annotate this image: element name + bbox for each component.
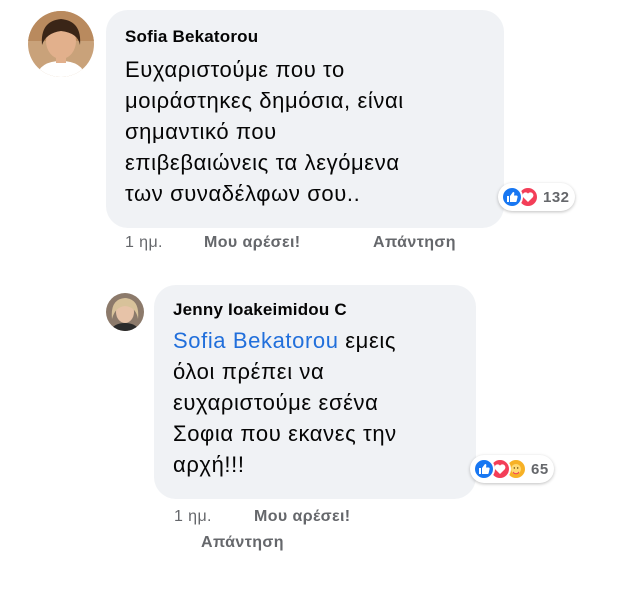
reply-bubble: Jenny Ioakeimidou C Sofia Bekatorou εμει… xyxy=(154,285,476,499)
like-icon xyxy=(501,186,523,208)
mention-link[interactable]: Sofia Bekatorou xyxy=(173,328,339,353)
comment-author[interactable]: Sofia Bekatorou xyxy=(125,27,258,47)
reply-link[interactable]: Απάντηση xyxy=(373,234,456,252)
comment-time[interactable]: 1 ημ. xyxy=(174,508,212,526)
like-link[interactable]: Μου αρέσει! xyxy=(204,234,301,252)
like-icon xyxy=(473,458,495,480)
reaction-count: 65 xyxy=(531,460,549,478)
reactions-summary[interactable]: 65 xyxy=(470,455,554,483)
comment-text-line: των συναδέλφων σου.. xyxy=(125,181,361,206)
comment-time[interactable]: 1 ημ. xyxy=(125,234,163,252)
comment-author[interactable]: Jenny Ioakeimidou C xyxy=(173,300,347,320)
comment-text-line: επιβεβαιώνεις τα λεγόμενα xyxy=(125,150,400,175)
comment-text: Ευχαριστούμε που το μοιράστηκες δημόσια,… xyxy=(125,54,404,209)
avatar[interactable] xyxy=(106,293,144,331)
comment-text-line: Sofia Bekatorou εμεις xyxy=(173,325,397,356)
reactions-summary[interactable]: 132 xyxy=(498,183,575,211)
reply-link[interactable]: Απάντηση xyxy=(201,534,284,552)
comment-text-line: ευχαριστούμε εσένα xyxy=(173,390,379,415)
like-link[interactable]: Μου αρέσει! xyxy=(254,508,351,526)
comment-text-line: μοιράστηκες δημόσια, είναι xyxy=(125,88,404,113)
comment-text-line: Ευχαριστούμε που το xyxy=(125,57,345,82)
comment-text-line: σημαντικό που xyxy=(125,119,277,144)
comment-text: Sofia Bekatorou εμεις όλοι πρέπει να ευχ… xyxy=(173,325,397,480)
comment-text-fragment: εμεις xyxy=(338,328,397,353)
avatar[interactable] xyxy=(28,11,94,77)
reaction-count: 132 xyxy=(543,188,570,206)
comment-bubble: Sofia Bekatorou Ευχαριστούμε που το μοιρ… xyxy=(106,10,504,228)
comment-text-line: Σοφια που εκανες την xyxy=(173,421,397,446)
comment-text-line: αρχή!!! xyxy=(173,452,245,477)
comment-text-line: όλοι πρέπει να xyxy=(173,359,325,384)
